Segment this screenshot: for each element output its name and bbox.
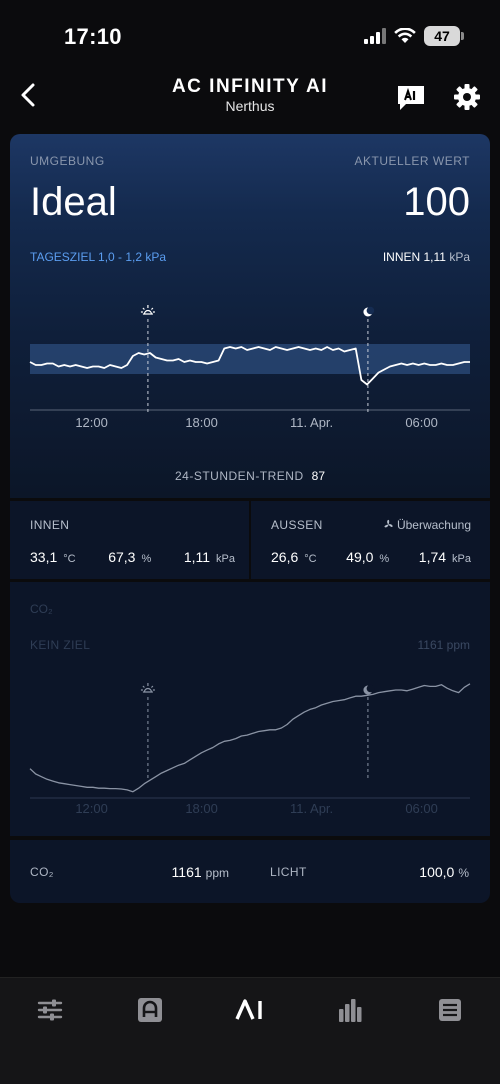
inside-vpd-reading-unit: kPa bbox=[216, 553, 235, 565]
light-value: 100,0% bbox=[419, 864, 469, 880]
co2-no-target: KEIN ZIEL bbox=[30, 638, 91, 652]
co2-reading: 1161 ppm bbox=[417, 638, 470, 652]
ai-chat-icon bbox=[398, 86, 424, 110]
daily-target: TAGESZIEL 1,0 - 1,2 kPa bbox=[30, 250, 167, 264]
fan-icon bbox=[384, 519, 393, 528]
inside-vpd-unit: kPa bbox=[449, 250, 470, 264]
x-tick-label: 18:00 bbox=[185, 415, 218, 430]
light-label: LICHT bbox=[270, 865, 307, 879]
co2-title: CO₂ bbox=[30, 602, 53, 616]
inside-vpd-reading: 1,11 kPa bbox=[184, 549, 235, 565]
outside-vpd-value: 1,74 bbox=[418, 549, 447, 565]
battery-indicator: 47 bbox=[424, 26, 464, 46]
inside-humidity: 67,3% bbox=[108, 549, 151, 565]
co2-card[interactable]: CO₂ KEIN ZIEL 1161 ppm 12:00 18:00 11. Apr… bbox=[10, 582, 490, 836]
environment-card[interactable]: UMGEBUNG AKTUELLER WERT Ideal 100 TAGESZ… bbox=[10, 134, 490, 498]
tab-controller[interactable] bbox=[133, 995, 167, 1025]
sunrise-icon bbox=[140, 305, 155, 315]
outside-vpd: 1,74 kPa bbox=[419, 549, 471, 565]
monitor-status: Überwachung bbox=[383, 518, 471, 532]
tab-controls[interactable] bbox=[33, 995, 67, 1025]
gear-icon bbox=[454, 84, 480, 110]
x-tick-label: 12:00 bbox=[75, 415, 108, 430]
status-icons: 47 bbox=[364, 26, 464, 46]
inside-prefix: INNEN bbox=[382, 250, 421, 264]
tab-ai[interactable] bbox=[233, 995, 267, 1025]
vpd-trend-chart[interactable]: 12:00 18:00 11. Apr. 06:00 bbox=[10, 294, 490, 444]
tab-statistics[interactable] bbox=[333, 995, 367, 1025]
settings-button[interactable] bbox=[452, 82, 482, 112]
x-tick-label: 11. Apr. bbox=[290, 415, 333, 430]
status-time: 17:10 bbox=[64, 24, 122, 49]
outside-sensor-block[interactable]: AUSSEN Überwachung 26,6 °C 49,0% 1,74 kPa bbox=[271, 501, 471, 579]
outside-temp-unit: °C bbox=[304, 553, 317, 565]
sunrise-icon bbox=[140, 683, 155, 693]
list-icon bbox=[439, 999, 461, 1021]
sensor-row: INNEN 33,1 °C 67,3% 1,11 kPa AUSSEN Überwa… bbox=[10, 501, 490, 579]
ai-chat-button[interactable] bbox=[396, 84, 426, 112]
outside-vpd-unit: kPa bbox=[452, 553, 471, 565]
co2-trend-chart[interactable]: 12:00 18:00 11. Apr. 06:00 bbox=[10, 682, 490, 822]
environment-label: UMGEBUNG bbox=[30, 154, 105, 168]
inside-title: INNEN bbox=[30, 518, 70, 532]
tab-log[interactable] bbox=[433, 995, 467, 1025]
inside-temp-unit: °C bbox=[63, 553, 76, 565]
sliders-icon bbox=[37, 999, 63, 1021]
outside-title: AUSSEN bbox=[271, 518, 323, 532]
inside-sensor-block[interactable]: INNEN 33,1 °C 67,3% 1,11 kPa bbox=[30, 501, 235, 579]
inside-vpd-reading-value: 1,11 bbox=[183, 549, 211, 565]
light-value-number: 100,0 bbox=[419, 864, 455, 880]
inside-humidity-unit: % bbox=[141, 553, 152, 565]
inside-vpd-value: 1,11 bbox=[423, 250, 446, 264]
outside-humidity: 49,0% bbox=[346, 549, 389, 565]
trend-label: 24-STUNDEN-TREND bbox=[174, 469, 304, 483]
co2-value-unit: ppm bbox=[205, 866, 229, 880]
x-tick-labels: 12:00 18:00 11. Apr. 06:00 bbox=[75, 801, 438, 816]
outside-temperature: 26,6 °C bbox=[271, 549, 317, 565]
current-value: 100 bbox=[403, 180, 470, 224]
trend-row: 24-STUNDEN-TREND 87 bbox=[10, 469, 490, 483]
x-tick-label: 18:00 bbox=[185, 801, 218, 816]
inside-temperature: 33,1 °C bbox=[30, 549, 76, 565]
x-tick-label: 06:00 bbox=[405, 415, 438, 430]
nav-header: AC INFINITY AI Nerthus bbox=[0, 70, 500, 125]
environment-status: Ideal bbox=[30, 180, 117, 224]
co2-series-line bbox=[29, 683, 471, 793]
co2-value: 1161 ppm bbox=[172, 864, 229, 880]
co2-label: CO₂ bbox=[30, 865, 54, 879]
ai-icon bbox=[235, 999, 262, 1020]
controller-icon bbox=[138, 998, 162, 1022]
co2-value-number: 1161 bbox=[171, 864, 202, 880]
status-bar: 17:10 47 bbox=[0, 0, 500, 70]
inside-temp-value: 33,1 bbox=[30, 549, 58, 565]
outside-humidity-unit: % bbox=[379, 553, 390, 565]
wifi-icon bbox=[394, 28, 416, 43]
x-tick-label: 11. Apr. bbox=[290, 801, 333, 816]
cellular-signal-icon bbox=[364, 28, 386, 44]
inside-humidity-value: 67,3 bbox=[108, 549, 136, 565]
outside-values: 26,6 °C 49,0% 1,74 kPa bbox=[271, 549, 471, 565]
trend-value: 87 bbox=[311, 469, 326, 483]
inside-vpd: INNEN 1,11 kPa bbox=[383, 250, 470, 264]
bar-chart-icon bbox=[339, 999, 362, 1022]
co2-light-row[interactable]: CO₂ 1161 ppm LICHT 100,0% bbox=[10, 840, 490, 903]
monitor-label: Überwachung bbox=[396, 518, 471, 532]
current-value-label: AKTUELLER WERT bbox=[354, 154, 470, 168]
x-tick-label: 12:00 bbox=[75, 801, 108, 816]
x-tick-labels: 12:00 18:00 11. Apr. 06:00 bbox=[75, 415, 438, 430]
tab-bar bbox=[0, 977, 500, 1084]
x-tick-label: 06:00 bbox=[405, 801, 438, 816]
outside-humidity-value: 49,0 bbox=[346, 549, 374, 565]
sensor-divider bbox=[249, 501, 251, 579]
outside-temp-value: 26,6 bbox=[271, 549, 299, 565]
inside-values: 33,1 °C 67,3% 1,11 kPa bbox=[30, 549, 235, 565]
light-value-unit: % bbox=[458, 866, 469, 880]
moon-icon bbox=[363, 684, 375, 695]
moon-icon bbox=[363, 306, 375, 317]
